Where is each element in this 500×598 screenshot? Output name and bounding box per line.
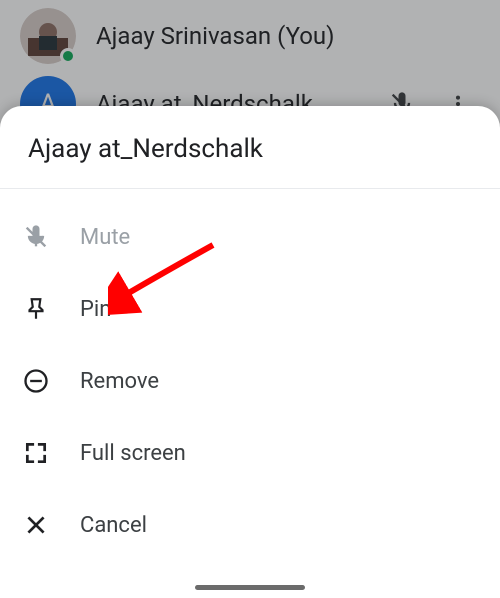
- bottom-sheet-handle[interactable]: [195, 585, 305, 590]
- menu-item-cancel[interactable]: Cancel: [0, 489, 500, 561]
- fullscreen-icon: [22, 439, 50, 467]
- close-icon: [22, 511, 50, 539]
- menu-item-pin[interactable]: Pin: [0, 273, 500, 345]
- menu-item-label: Mute: [80, 225, 130, 250]
- remove-icon: [22, 367, 50, 395]
- menu-item-label: Pin: [80, 297, 111, 322]
- sheet-menu: Mute Pin Remove: [0, 189, 500, 561]
- menu-item-remove[interactable]: Remove: [0, 345, 500, 417]
- mute-icon: [22, 223, 50, 251]
- menu-item-label: Full screen: [80, 441, 186, 466]
- menu-item-fullscreen[interactable]: Full screen: [0, 417, 500, 489]
- sheet-title: Ajaay at_Nerdschalk: [0, 106, 500, 189]
- menu-item-label: Remove: [80, 369, 159, 394]
- pin-icon: [22, 295, 50, 323]
- action-sheet: Ajaay at_Nerdschalk Mute Pin: [0, 106, 500, 598]
- menu-item-mute: Mute: [0, 201, 500, 273]
- menu-item-label: Cancel: [80, 513, 147, 538]
